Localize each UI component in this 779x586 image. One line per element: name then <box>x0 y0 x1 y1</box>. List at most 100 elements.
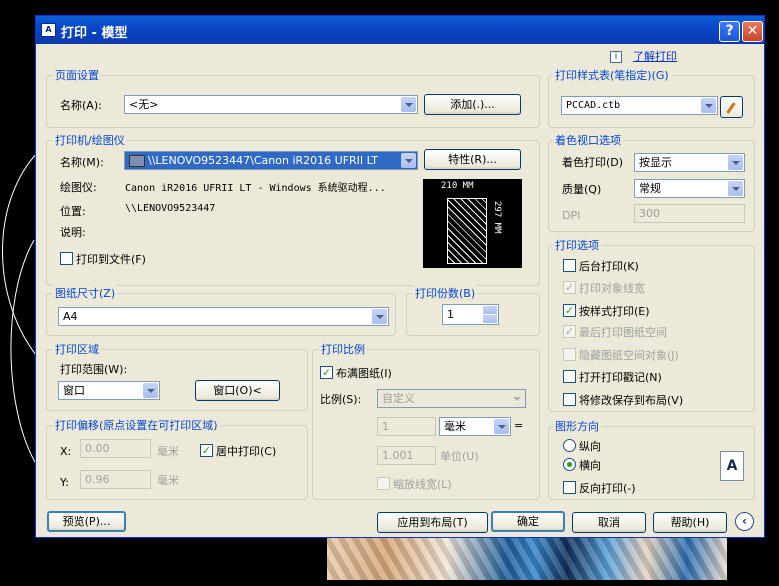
scale-units-label: 单位(U) <box>440 450 479 463</box>
copies-spinner[interactable]: 1 <box>442 304 499 325</box>
chevron-down-icon <box>728 155 743 170</box>
shade-plot-label: 着色打印(D) <box>562 156 624 169</box>
center-plot-checkbox[interactable]: ✓ <box>200 444 213 457</box>
scale-label: 比例(S): <box>320 393 362 406</box>
scale-select[interactable]: 自定义 <box>377 389 526 408</box>
page-setup-name-select[interactable]: <无> <box>124 95 418 114</box>
title-bar[interactable]: A 打印 - 模型 ? ✕ <box>36 16 764 44</box>
window-pick-button[interactable]: 窗口(O)< <box>195 380 280 401</box>
offset-x-unit: 毫米 <box>157 445 179 458</box>
save-to-layout-checkbox[interactable] <box>563 393 576 406</box>
background-image-strip <box>327 538 727 580</box>
chevron-down-icon <box>401 153 416 168</box>
center-plot-label: 居中打印(C) <box>216 445 277 458</box>
cancel-button[interactable]: 取消 <box>572 512 646 533</box>
plot-range-select[interactable]: 窗口 <box>58 381 160 400</box>
scale-lineweights-checkbox[interactable] <box>377 477 390 490</box>
paperspace-last-label: 最后打印图纸空间 <box>579 326 667 339</box>
quality-select[interactable]: 常规 <box>634 179 745 198</box>
page-setup-name-label: 名称(A): <box>60 99 102 112</box>
upside-down-label: 反向打印(-) <box>579 482 636 495</box>
orientation-preview-icon: A <box>720 451 744 481</box>
add-page-setup-button[interactable]: 添加(.)... <box>424 94 521 115</box>
description-label: 说明: <box>60 226 86 239</box>
landscape-label: 横向 <box>579 459 601 472</box>
background-plot-label: 后台打印(K) <box>579 260 639 273</box>
ok-button[interactable]: 确定 <box>491 511 565 532</box>
chevron-down-icon <box>494 419 509 434</box>
printer-properties-button[interactable]: 特性(R)... <box>424 149 521 170</box>
plot-with-styles-label: 按样式打印(E) <box>579 305 650 318</box>
printer-name-select[interactable]: \\LENOVO9523447\Canon iR2016 UFRII LT <box>124 151 418 170</box>
landscape-radio[interactable] <box>563 458 576 471</box>
apply-to-layout-button[interactable]: 应用到布局(T) <box>377 512 488 533</box>
plotter-value: Canon iR2016 UFRII LT - Windows 系统驱动程... <box>125 183 386 194</box>
offset-y-input[interactable]: 0.96 <box>80 470 151 489</box>
scale-value2-input[interactable]: 1.001 <box>377 446 436 465</box>
spin-down-icon[interactable] <box>483 315 497 323</box>
page-setup-label: 页面设置 <box>53 67 101 83</box>
info-icon: i <box>610 51 622 63</box>
printer-name-label: 名称(M): <box>60 156 104 169</box>
autocad-icon: A <box>41 23 56 37</box>
style-table-select[interactable]: PCCAD.ctb <box>561 96 718 115</box>
plot-offset-label: 打印偏移(原点设置在可打印区域) <box>53 417 220 433</box>
paper-sheet <box>447 198 487 264</box>
portrait-radio[interactable] <box>563 439 576 452</box>
hide-objects-checkbox[interactable] <box>563 348 576 361</box>
scale-lineweights-label: 缩放线宽(L) <box>393 478 452 491</box>
fit-to-paper-label: 布满图纸(I) <box>336 367 392 380</box>
offset-x-input[interactable]: 0.00 <box>80 439 151 458</box>
paperspace-last-checkbox[interactable]: ✓ <box>563 325 576 338</box>
copies-value: 1 <box>447 308 454 321</box>
fit-to-paper-checkbox[interactable]: ✓ <box>320 366 333 379</box>
equals-sign: = <box>514 419 524 432</box>
print-dialog: A 打印 - 模型 ? ✕ i 了解打印 页面设置 名称(A): <无> 添加(… <box>35 15 765 538</box>
chevron-down-icon <box>728 181 743 196</box>
plot-stamp-checkbox[interactable] <box>563 370 576 383</box>
plot-range-label: 打印范围(W): <box>60 363 128 376</box>
spin-up-icon[interactable] <box>483 306 497 314</box>
paper-size-label: 图纸尺寸(Z) <box>53 285 118 301</box>
preview-height: 297 MM <box>492 201 502 234</box>
chevron-down-icon <box>701 98 716 113</box>
plot-lineweights-label: 打印对象线宽 <box>579 282 645 295</box>
plot-scale-label: 打印比例 <box>319 341 367 357</box>
edit-style-icon[interactable] <box>720 96 743 118</box>
plot-options-label: 打印选项 <box>553 237 601 253</box>
title-help-button[interactable]: ? <box>719 21 740 42</box>
plot-area-label: 打印区域 <box>53 341 101 357</box>
chevron-down-icon <box>372 309 387 324</box>
upside-down-checkbox[interactable] <box>563 481 576 494</box>
paper-preview: 210 MM 297 MM <box>423 179 522 268</box>
printer-icon <box>129 155 145 167</box>
scale-value1-input[interactable]: 1 <box>377 417 436 436</box>
plotter-label: 绘图仪: <box>60 181 97 194</box>
print-to-file-label: 打印到文件(F) <box>76 253 146 266</box>
dpi-label: DPI <box>562 209 581 222</box>
plot-stamp-label: 打开打印戳记(N) <box>579 371 662 384</box>
paper-size-select[interactable]: A4 <box>58 307 389 326</box>
close-button[interactable]: ✕ <box>742 21 763 42</box>
plot-lineweights-checkbox[interactable]: ✓ <box>563 281 576 294</box>
help-button[interactable]: 帮助(H) <box>653 512 727 533</box>
location-value: \\LENOVO9523447 <box>125 203 216 214</box>
hide-objects-label: 隐藏图纸空间对象(J) <box>579 349 679 362</box>
plot-with-styles-checkbox[interactable]: ✓ <box>563 304 576 317</box>
learn-printing-link[interactable]: 了解打印 <box>633 48 677 64</box>
background-plot-checkbox[interactable] <box>563 259 576 272</box>
shade-plot-select[interactable]: 按显示 <box>634 153 745 172</box>
save-to-layout-label: 将修改保存到布局(V) <box>579 394 684 407</box>
collapse-arrow-icon[interactable]: ‹ <box>735 512 754 531</box>
chevron-down-icon <box>401 97 416 112</box>
quality-label: 质量(Q) <box>562 183 602 196</box>
location-label: 位置: <box>60 205 86 218</box>
style-table-label: 打印样式表(笔指定)(G) <box>553 67 671 83</box>
scale-unit-select[interactable]: 毫米 <box>439 417 511 436</box>
dpi-input[interactable]: 300 <box>634 204 745 223</box>
preview-button[interactable]: 预览(P)... <box>47 511 126 532</box>
copies-label: 打印份数(B) <box>413 285 478 301</box>
portrait-label: 纵向 <box>579 440 601 453</box>
offset-y-unit: 毫米 <box>157 474 179 487</box>
print-to-file-checkbox[interactable] <box>60 252 73 265</box>
